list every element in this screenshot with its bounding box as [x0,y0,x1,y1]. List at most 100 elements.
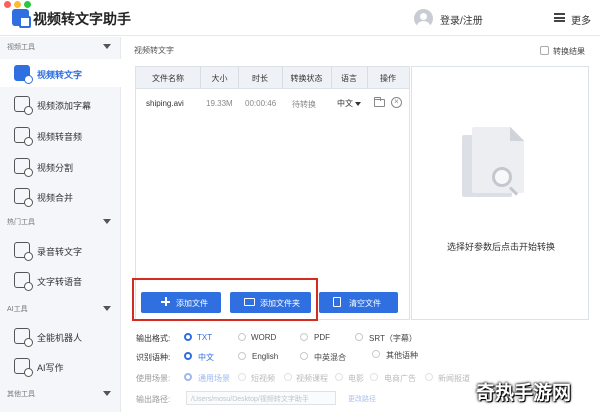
app-title: 视频转文字助手 [33,11,131,27]
format-option-srt[interactable]: SRT（字幕） [369,333,417,344]
scene-option-course[interactable]: 视频课程 [296,373,328,384]
sidebar-item-label: 全能机器人 [37,333,83,343]
more-button[interactable]: 更多 [571,12,591,27]
sidebar-item-text-to-speech[interactable]: 文字转语音 [0,266,121,294]
trash-icon [333,297,341,307]
language-option-other[interactable]: 其他语种 [386,350,418,361]
video-text-icon [14,65,33,84]
sidebar-item-add-subtitle[interactable]: 视频添加字幕 [0,90,121,118]
subtitle-icon [14,96,33,115]
collapse-arrow-icon [103,219,111,224]
section-title: AI工具 [7,306,28,313]
scene-radio-course[interactable] [284,373,292,381]
section-title: 热门工具 [7,219,35,226]
sidebar-item-robot[interactable]: 全能机器人 [0,322,121,350]
minimize-window-button[interactable] [14,1,21,8]
robot-icon [14,328,33,347]
language-option-chinese[interactable]: 中文 [198,352,214,363]
ai-write-icon [14,358,33,377]
format-radio-txt[interactable] [184,333,192,341]
mic-icon [14,242,33,261]
scene-radio-short-video[interactable] [238,373,246,381]
sidebar-section-hot-tools[interactable]: 热门工具 [0,213,121,231]
language-dropdown[interactable]: 中文 [337,98,361,109]
file-size-cell: 19.33M [206,99,233,108]
close-window-button[interactable] [4,1,11,8]
open-folder-icon[interactable] [374,97,385,107]
merge-icon [14,188,33,207]
collapse-arrow-icon [103,391,111,396]
output-path-field[interactable]: /Users/mosu/Desktop/视频转文字助手 [186,391,336,405]
scene-option-short-video[interactable]: 短视频 [251,373,275,384]
file-name-cell: shiping.avi [146,99,184,108]
scene-radio-ecommerce[interactable] [370,373,378,381]
table-header: 文件名称 大小 时长 转换状态 语言 操作 [136,67,409,89]
sidebar-item-video-merge[interactable]: 视频合并 [0,182,121,210]
scene-option-general[interactable]: 通用场景 [198,373,230,384]
change-path-button[interactable]: 更改路径 [348,394,376,404]
status-cell: 待转换 [292,100,316,109]
login-register-link[interactable]: 登录/注册 [440,12,483,27]
column-header-actions: 操作 [380,74,396,83]
text-speech-icon [14,272,33,291]
sidebar-item-video-to-text[interactable]: 视频转文字 [0,59,121,87]
sidebar-item-label: 文字转语音 [37,277,83,287]
scene-option-movie[interactable]: 电影 [348,373,364,384]
collapse-arrow-icon [103,306,111,311]
collapse-arrow-icon [103,44,111,49]
format-option-word[interactable]: WORD [251,333,276,342]
sidebar-section-ai-tools[interactable]: AI工具 [0,300,121,318]
sidebar-item-ai-writing[interactable]: AI写作 [0,352,121,380]
sidebar-item-label: 视频合并 [37,193,74,203]
scene-option-news[interactable]: 新闻报道 [438,373,470,384]
column-header-duration: 时长 [252,74,268,83]
language-radio-other[interactable] [372,350,380,358]
format-option-txt[interactable]: TXT [197,333,212,342]
format-radio-pdf[interactable] [300,333,308,341]
title-bar: 视频转文字助手 登录/注册 更多 [0,0,600,36]
column-header-language: 语言 [341,74,357,83]
scene-option-ecommerce[interactable]: 电商广告 [384,373,416,384]
language-radio-english[interactable] [238,352,246,360]
column-header-file-name: 文件名称 [152,74,184,83]
scene-radio-general[interactable] [184,373,192,381]
format-radio-srt[interactable] [355,333,363,341]
magnifier-icon [492,167,512,187]
sidebar: 视频工具 视频转文字 视频添加字幕 视频转音频 视频分割 视频合并 热门工具 录… [0,37,121,412]
sidebar-section-video-tools[interactable]: 视频工具 [0,38,121,56]
remove-file-icon[interactable]: × [391,97,402,108]
scene-radio-news[interactable] [425,373,433,381]
clear-files-button[interactable]: 清空文件 [319,292,398,313]
window-controls [4,1,31,8]
column-header-size: 大小 [211,74,228,83]
language-option-english[interactable]: English [252,352,278,361]
video-audio-icon [14,127,33,146]
sidebar-item-audio-to-text[interactable]: 录音转文字 [0,236,121,264]
language-radio-mixed[interactable] [300,352,308,360]
output-path-label: 输出路径: [136,395,171,404]
split-icon [14,158,33,177]
format-radio-word[interactable] [238,333,246,341]
page-title: 视频转文字 [134,46,174,55]
convert-result-label: 转换结果 [553,47,585,56]
language-radio-chinese[interactable] [184,352,192,360]
scene-radio-movie[interactable] [335,373,343,381]
zoom-window-button[interactable] [24,1,31,8]
convert-result-checkbox[interactable] [540,46,549,55]
sidebar-section-other-tools[interactable]: 其他工具 [0,385,121,403]
preview-hint: 选择好参数后点击开始转换 [446,242,555,252]
highlight-frame [132,278,318,321]
format-option-pdf[interactable]: PDF [314,333,330,342]
sidebar-item-video-split[interactable]: 视频分割 [0,152,121,180]
watermark: 奇热手游网 [476,383,572,404]
user-avatar-icon[interactable] [414,9,433,28]
menu-icon[interactable] [554,13,565,22]
clear-files-label: 清空文件 [349,299,381,308]
sidebar-item-video-to-audio[interactable]: 视频转音频 [0,121,121,149]
sidebar-item-label: 视频添加字幕 [37,101,92,111]
section-title: 视频工具 [7,44,35,51]
scene-label: 使用场景: [136,374,171,383]
language-option-mixed[interactable]: 中英混合 [314,352,346,363]
sidebar-item-label: AI写作 [37,363,64,373]
recognition-language-label: 识别语种: [136,353,171,362]
